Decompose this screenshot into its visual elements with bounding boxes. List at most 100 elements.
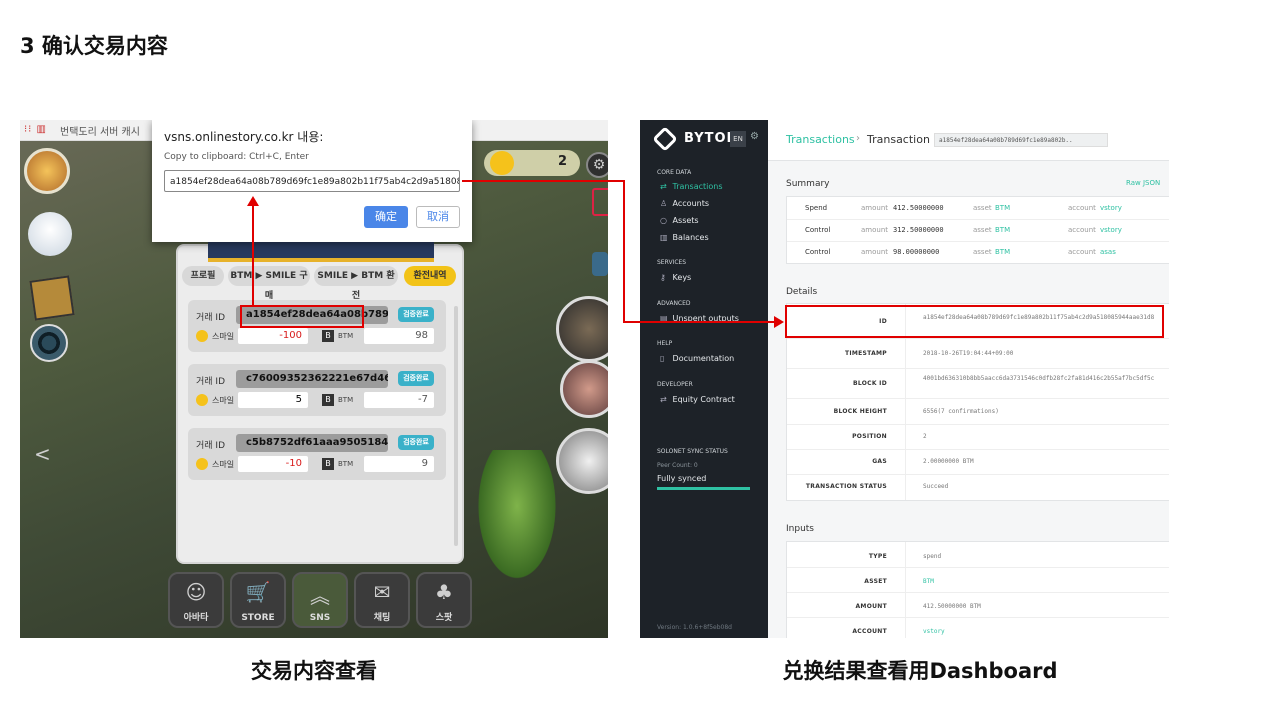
detail-value[interactable]: vstory (923, 628, 1167, 636)
bottom-button-label: 스팟 (435, 613, 453, 623)
main-content: Transactions › Transaction a1854ef28dea6… (768, 120, 1169, 638)
asset-key: asset (973, 204, 992, 212)
sidebar-section-title: ADVANCED (657, 300, 691, 307)
sidebar-item-equity-contract[interactable]: ⇄ Equity Contract (660, 395, 735, 404)
sidebar-item-balances[interactable]: ▥ Balances (660, 233, 709, 242)
btm-logo-icon: B (322, 330, 334, 342)
expand-icon[interactable] (592, 188, 608, 216)
browser-tab[interactable]: 번택도리 서버 캐시 (60, 123, 140, 138)
btm-label: BTM (338, 332, 354, 340)
sidebar-item-assets[interactable]: ○ Assets (660, 216, 699, 225)
detail-row: POSITION 2 (787, 424, 1169, 450)
chevron-left-icon[interactable]: < (34, 442, 51, 466)
asset-link[interactable]: BTM (995, 226, 1010, 234)
tx-id-label: 거래 ID (196, 377, 226, 387)
tx-id-label: 거래 ID (196, 313, 226, 323)
sidebar-item-label: Equity Contract (672, 395, 735, 404)
detail-value: 4001bd636310b8bb5aacc6da3731546c0dfb28fc… (923, 375, 1155, 382)
friend-avatar[interactable] (556, 428, 608, 494)
tab-smile-to-btm[interactable]: SMILE ▶ BTM 환전 (314, 266, 398, 301)
account-link[interactable]: asas (1100, 248, 1116, 256)
tab-profile[interactable]: 프로필 (182, 266, 224, 286)
btm-amount: 9 (364, 456, 434, 472)
account-key: account (1068, 248, 1096, 256)
breadcrumb: Transactions › Transaction a1854ef28dea6… (768, 120, 1169, 161)
status-badge: 검증완료 (398, 307, 434, 322)
bottom-button-chat[interactable]: ✉ 채팅 (354, 572, 410, 628)
btm-logo-icon: B (322, 394, 334, 406)
bottom-button-store[interactable]: 🛒 STORE (230, 572, 286, 628)
bottom-button-spot[interactable]: ♣ 스팟 (416, 572, 472, 628)
amount-value: 98.00000000 (893, 248, 940, 256)
sidebar-item-transactions[interactable]: ⇄ Transactions (660, 182, 722, 191)
account-link[interactable]: vstory (1100, 204, 1122, 212)
smile-icon (196, 458, 208, 470)
asset-key: asset (973, 226, 992, 234)
detail-row: GAS 2.00000000 BTM (787, 449, 1169, 475)
sync-state: Fully synced (657, 474, 707, 483)
panel-scrollbar[interactable] (454, 306, 458, 546)
detail-value: 2.00000000 BTM (923, 458, 974, 465)
player-avatar[interactable] (24, 148, 70, 194)
sidebar-item-accounts[interactable]: ♙ Accounts (660, 199, 709, 208)
btm-amount: -7 (364, 392, 434, 408)
summary-type: Spend (805, 204, 828, 212)
raw-json-link[interactable]: Raw JSON (1126, 179, 1160, 187)
sidebar-item-keys[interactable]: ⚷ Keys (660, 273, 691, 282)
friend-avatar[interactable] (556, 296, 608, 362)
inventory-box-icon[interactable] (29, 275, 75, 321)
tx-id-button[interactable]: c76009352362221e67d46ba6b... (236, 370, 388, 388)
side-button[interactable] (592, 252, 608, 276)
amount-value: 312.50000000 (893, 226, 944, 234)
detail-label: TIMESTAMP (844, 350, 887, 357)
circle-icon: ○ (660, 216, 667, 225)
smile-label: 스마일 (212, 332, 235, 341)
asset-link[interactable]: BTM (995, 248, 1010, 256)
tab-exchange-history[interactable]: 환전내역 (404, 266, 456, 286)
sidebar-section-title: HELP (657, 340, 673, 347)
account-link[interactable]: vstory (1100, 226, 1122, 234)
smile-amount: -10 (238, 456, 308, 472)
arrow-head-right (774, 316, 784, 328)
gear-icon[interactable]: ⚙ (750, 131, 759, 142)
summary-type: Control (805, 248, 831, 256)
cart-icon: 🛒 (245, 580, 271, 604)
bottom-button-label: 채팅 (373, 613, 391, 623)
breadcrumb-transactions-link[interactable]: Transactions (786, 133, 855, 146)
summary-row: Control amount 98.00000000 asset BTM acc… (787, 241, 1169, 263)
friend-avatar[interactable] (560, 360, 608, 418)
connector-line (623, 321, 775, 323)
settings-gear-icon[interactable]: ⚙ (586, 152, 608, 178)
bottom-button-avatar[interactable]: ☺ 아바타 (168, 572, 224, 628)
cancel-button[interactable]: 取消 (416, 206, 460, 228)
detail-value[interactable]: BTM (923, 578, 1167, 586)
smile-label: 스마일 (212, 396, 235, 405)
transaction-card: 거래 ID c5b8752df61aaa9505184d23a... 검증완료 … (188, 428, 446, 480)
robot-icon[interactable] (28, 212, 72, 256)
apps-icon[interactable]: ⁝⁝ ▥ (24, 124, 47, 135)
asset-link[interactable]: BTM (995, 204, 1010, 212)
detail-label: TYPE (868, 553, 887, 560)
sidebar-item-label: Accounts (672, 199, 710, 208)
target-icon[interactable] (30, 324, 68, 362)
tree-decoration (472, 450, 562, 590)
tab-btm-to-smile[interactable]: BTM ▶ SMILE 구매 (228, 266, 310, 301)
smile-icon (196, 394, 208, 406)
detail-label: BLOCK HEIGHT (833, 408, 887, 415)
sidebar-item-documentation[interactable]: ▯ Documentation (660, 354, 734, 363)
arrow-line (252, 205, 254, 305)
bottom-button-sns[interactable]: ︽ SNS (292, 572, 348, 628)
account-key: account (1068, 226, 1096, 234)
version-text: Version: 1.0.6+8f5eb08d (657, 624, 732, 631)
detail-value: 2018-10-26T19:04:44+09:00 (923, 350, 1014, 357)
book-icon: ▯ (660, 354, 665, 363)
summary-row: Control amount 312.50000000 asset BTM ac… (787, 219, 1169, 242)
ok-button[interactable]: 确定 (364, 206, 408, 228)
language-button[interactable]: EN (730, 131, 746, 147)
tx-id-button[interactable]: c5b8752df61aaa9505184d23a... (236, 434, 388, 452)
details-title: Details (786, 287, 818, 297)
asset-key: asset (973, 248, 992, 256)
panel-ribbon (208, 242, 434, 262)
dialog-input[interactable]: a1854ef28dea64a08b789d69fc1e89a802b11f75… (164, 170, 460, 192)
summary-title: Summary (786, 179, 830, 189)
